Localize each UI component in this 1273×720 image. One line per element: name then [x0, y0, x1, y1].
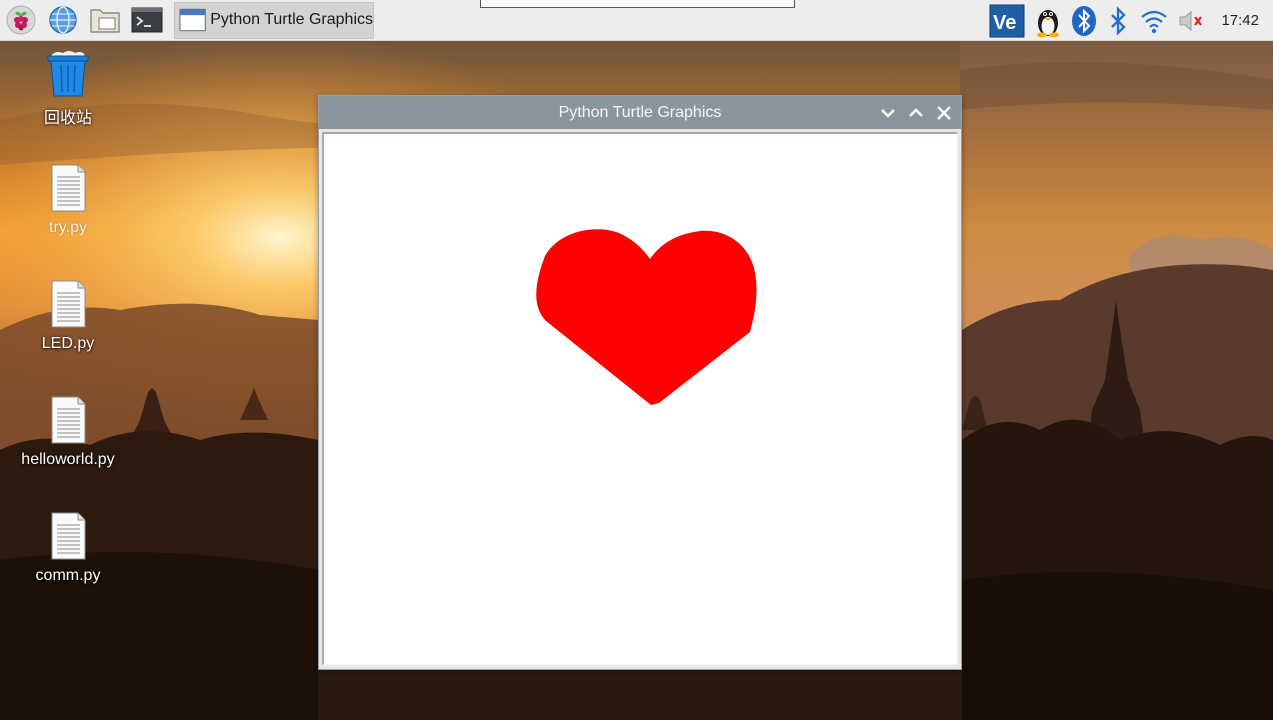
trash-icon	[47, 51, 89, 97]
system-tray: Ve 17:42	[989, 0, 1273, 41]
wifi-icon	[1141, 10, 1168, 33]
svg-text:Ve: Ve	[993, 12, 1016, 34]
volume-button[interactable]	[1177, 4, 1207, 38]
turtle-canvas[interactable]	[322, 132, 958, 665]
volume-muted-icon	[1179, 10, 1203, 31]
desktop-icon-label: helloworld.py	[21, 451, 115, 468]
maximize-button[interactable]	[906, 103, 926, 123]
desktop-icon-helloworld-py[interactable]: helloworld.py	[18, 395, 118, 469]
desktop-icon-label: try.py	[49, 219, 87, 236]
desktop-icon-trash[interactable]: 回收站	[18, 48, 118, 128]
maximize-icon	[909, 108, 923, 117]
bluetooth-badge-icon	[1072, 5, 1097, 36]
web-browser-icon	[49, 6, 77, 34]
file-icon	[51, 512, 86, 560]
taskbar-window-label: Python Turtle Graphics	[210, 11, 373, 28]
vnc-button[interactable]: Ve	[989, 4, 1025, 38]
vnc-icon: Ve	[989, 4, 1025, 37]
file-icon	[51, 280, 86, 328]
close-button[interactable]	[934, 103, 954, 123]
taskbar: Python Turtle Graphics Ve 17:42	[0, 0, 1273, 41]
bluetooth-icon	[1111, 5, 1127, 36]
window-title: Python Turtle Graphics	[558, 104, 722, 121]
desktop-icon-led-py[interactable]: LED.py	[18, 279, 118, 353]
file-manager-button[interactable]	[88, 3, 122, 37]
raspberry-menu-button[interactable]	[4, 3, 38, 37]
taskbar-window-button[interactable]: Python Turtle Graphics	[174, 1, 374, 39]
bluetooth-button[interactable]	[1105, 4, 1131, 38]
file-icon	[51, 164, 86, 212]
window-app-icon	[179, 8, 206, 32]
penguin-button[interactable]	[1033, 4, 1063, 38]
launcher-bar	[0, 0, 172, 41]
clock[interactable]: 17:42	[1221, 12, 1259, 29]
web-browser-button[interactable]	[46, 3, 80, 37]
bluetooth-badge-button[interactable]	[1071, 4, 1097, 38]
desktop-icon-try-py[interactable]: try.py	[18, 163, 118, 237]
file-icon	[51, 396, 86, 444]
heart-drawing	[536, 229, 757, 405]
file-manager-icon	[90, 9, 120, 33]
window-titlebar[interactable]: Python Turtle Graphics	[319, 96, 961, 129]
wifi-button[interactable]	[1139, 4, 1169, 38]
heart-shape	[536, 229, 757, 405]
terminal-icon	[131, 7, 163, 33]
minimize-icon	[881, 109, 895, 118]
desktop-icon-label: LED.py	[41, 335, 95, 352]
taskbar-placeholder	[480, 0, 795, 8]
turtle-window: Python Turtle Graphics	[318, 95, 962, 670]
desktop-icon-label: 回收站	[43, 110, 92, 127]
desktop-icon-label: comm.py	[35, 567, 101, 584]
desktop-icon-comm-py[interactable]: comm.py	[18, 511, 118, 585]
minimize-button[interactable]	[878, 103, 898, 123]
close-icon	[937, 106, 951, 120]
terminal-button[interactable]	[130, 3, 164, 37]
raspberry-menu-icon	[6, 5, 36, 35]
penguin-icon	[1037, 9, 1060, 37]
